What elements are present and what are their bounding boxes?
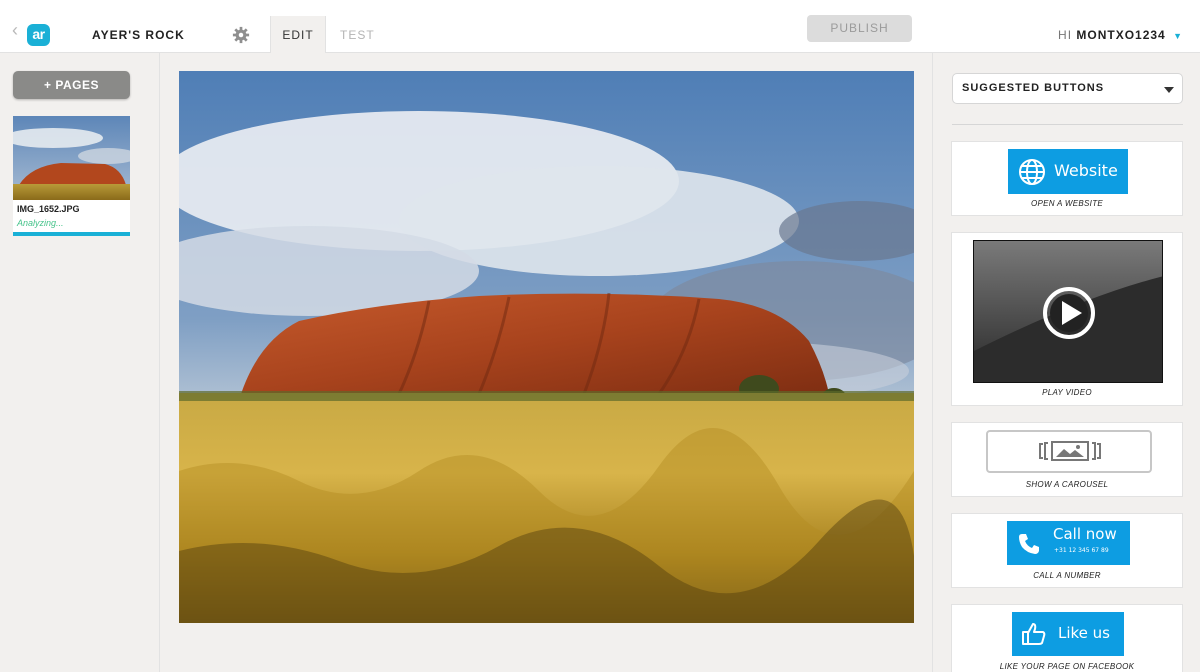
gear-icon[interactable] [232, 26, 250, 44]
back-chevron-icon[interactable]: ‹ [12, 21, 22, 39]
call-now-label: Call now [1053, 525, 1117, 543]
suggestion-card-video[interactable]: PLAY VIDEO [951, 232, 1183, 406]
add-pages-button[interactable]: + PAGES [13, 71, 130, 99]
page-thumbnail[interactable]: IMG_1652.JPG Analyzing... [13, 116, 130, 236]
suggestion-card-website[interactable]: Website OPEN A WEBSITE [951, 141, 1183, 216]
publish-button[interactable]: PUBLISH [807, 15, 912, 42]
card-caption: OPEN A WEBSITE [1030, 199, 1104, 208]
globe-icon [1019, 159, 1045, 185]
user-menu[interactable]: HI MONTXO1234 ▼ [1058, 28, 1183, 42]
card-caption: LIKE YOUR PAGE ON FACEBOOK [999, 662, 1135, 671]
dropdown-label: SUGGESTED BUTTONS [962, 82, 1105, 94]
like-us-label: Like us [1058, 624, 1110, 642]
card-caption: SHOW A CAROUSEL [1025, 480, 1109, 489]
page-status: Analyzing... [17, 218, 64, 228]
page-thumbnail-image [13, 116, 130, 200]
page-image-canvas[interactable] [179, 71, 914, 623]
pages-sidebar: + PAGES IMG_1652.JPG Analyzing... [0, 53, 160, 672]
suggestions-panel: SUGGESTED BUTTONS Website OPEN A WEBSITE [932, 53, 1200, 672]
username: MONTXO1234 [1076, 28, 1166, 42]
phone-icon [1019, 534, 1039, 554]
greeting-prefix: HI [1058, 28, 1073, 42]
suggested-buttons-dropdown[interactable]: SUGGESTED BUTTONS [952, 73, 1183, 104]
tab-test[interactable]: TEST [340, 16, 375, 53]
page-filename: IMG_1652.JPG [17, 204, 80, 214]
carousel-icon [1039, 441, 1101, 461]
suggestion-card-like[interactable]: Like us LIKE YOUR PAGE ON FACEBOOK [951, 604, 1183, 672]
caret-down-icon [1164, 87, 1174, 93]
app-logo[interactable]: ar [27, 24, 50, 46]
caret-down-icon[interactable]: ▼ [1173, 31, 1183, 41]
divider [952, 124, 1183, 125]
project-title: AYER'S ROCK [92, 28, 185, 42]
play-icon [974, 241, 1162, 351]
phone-number: +31 12 345 67 89 [1054, 547, 1109, 554]
website-button-label: Website [1054, 161, 1118, 180]
suggestion-card-carousel[interactable]: SHOW A CAROUSEL [951, 422, 1183, 497]
top-bar: ‹ ar AYER'S ROCK EDIT TEST PUBLISH HI MO… [0, 0, 1200, 53]
website-button[interactable]: Website [1008, 149, 1128, 194]
card-caption: CALL A NUMBER [1033, 571, 1101, 580]
card-caption: PLAY VIDEO [1042, 388, 1092, 397]
call-now-button[interactable]: Call now +31 12 345 67 89 [1007, 521, 1130, 565]
video-thumbnail[interactable] [973, 240, 1163, 383]
tab-edit[interactable]: EDIT [270, 16, 326, 53]
carousel-button[interactable] [986, 430, 1152, 473]
like-us-button[interactable]: Like us [1012, 612, 1124, 656]
suggestion-card-call[interactable]: Call now +31 12 345 67 89 CALL A NUMBER [951, 513, 1183, 588]
analysis-progress-bar [13, 232, 130, 236]
thumbs-up-icon [1022, 623, 1046, 645]
